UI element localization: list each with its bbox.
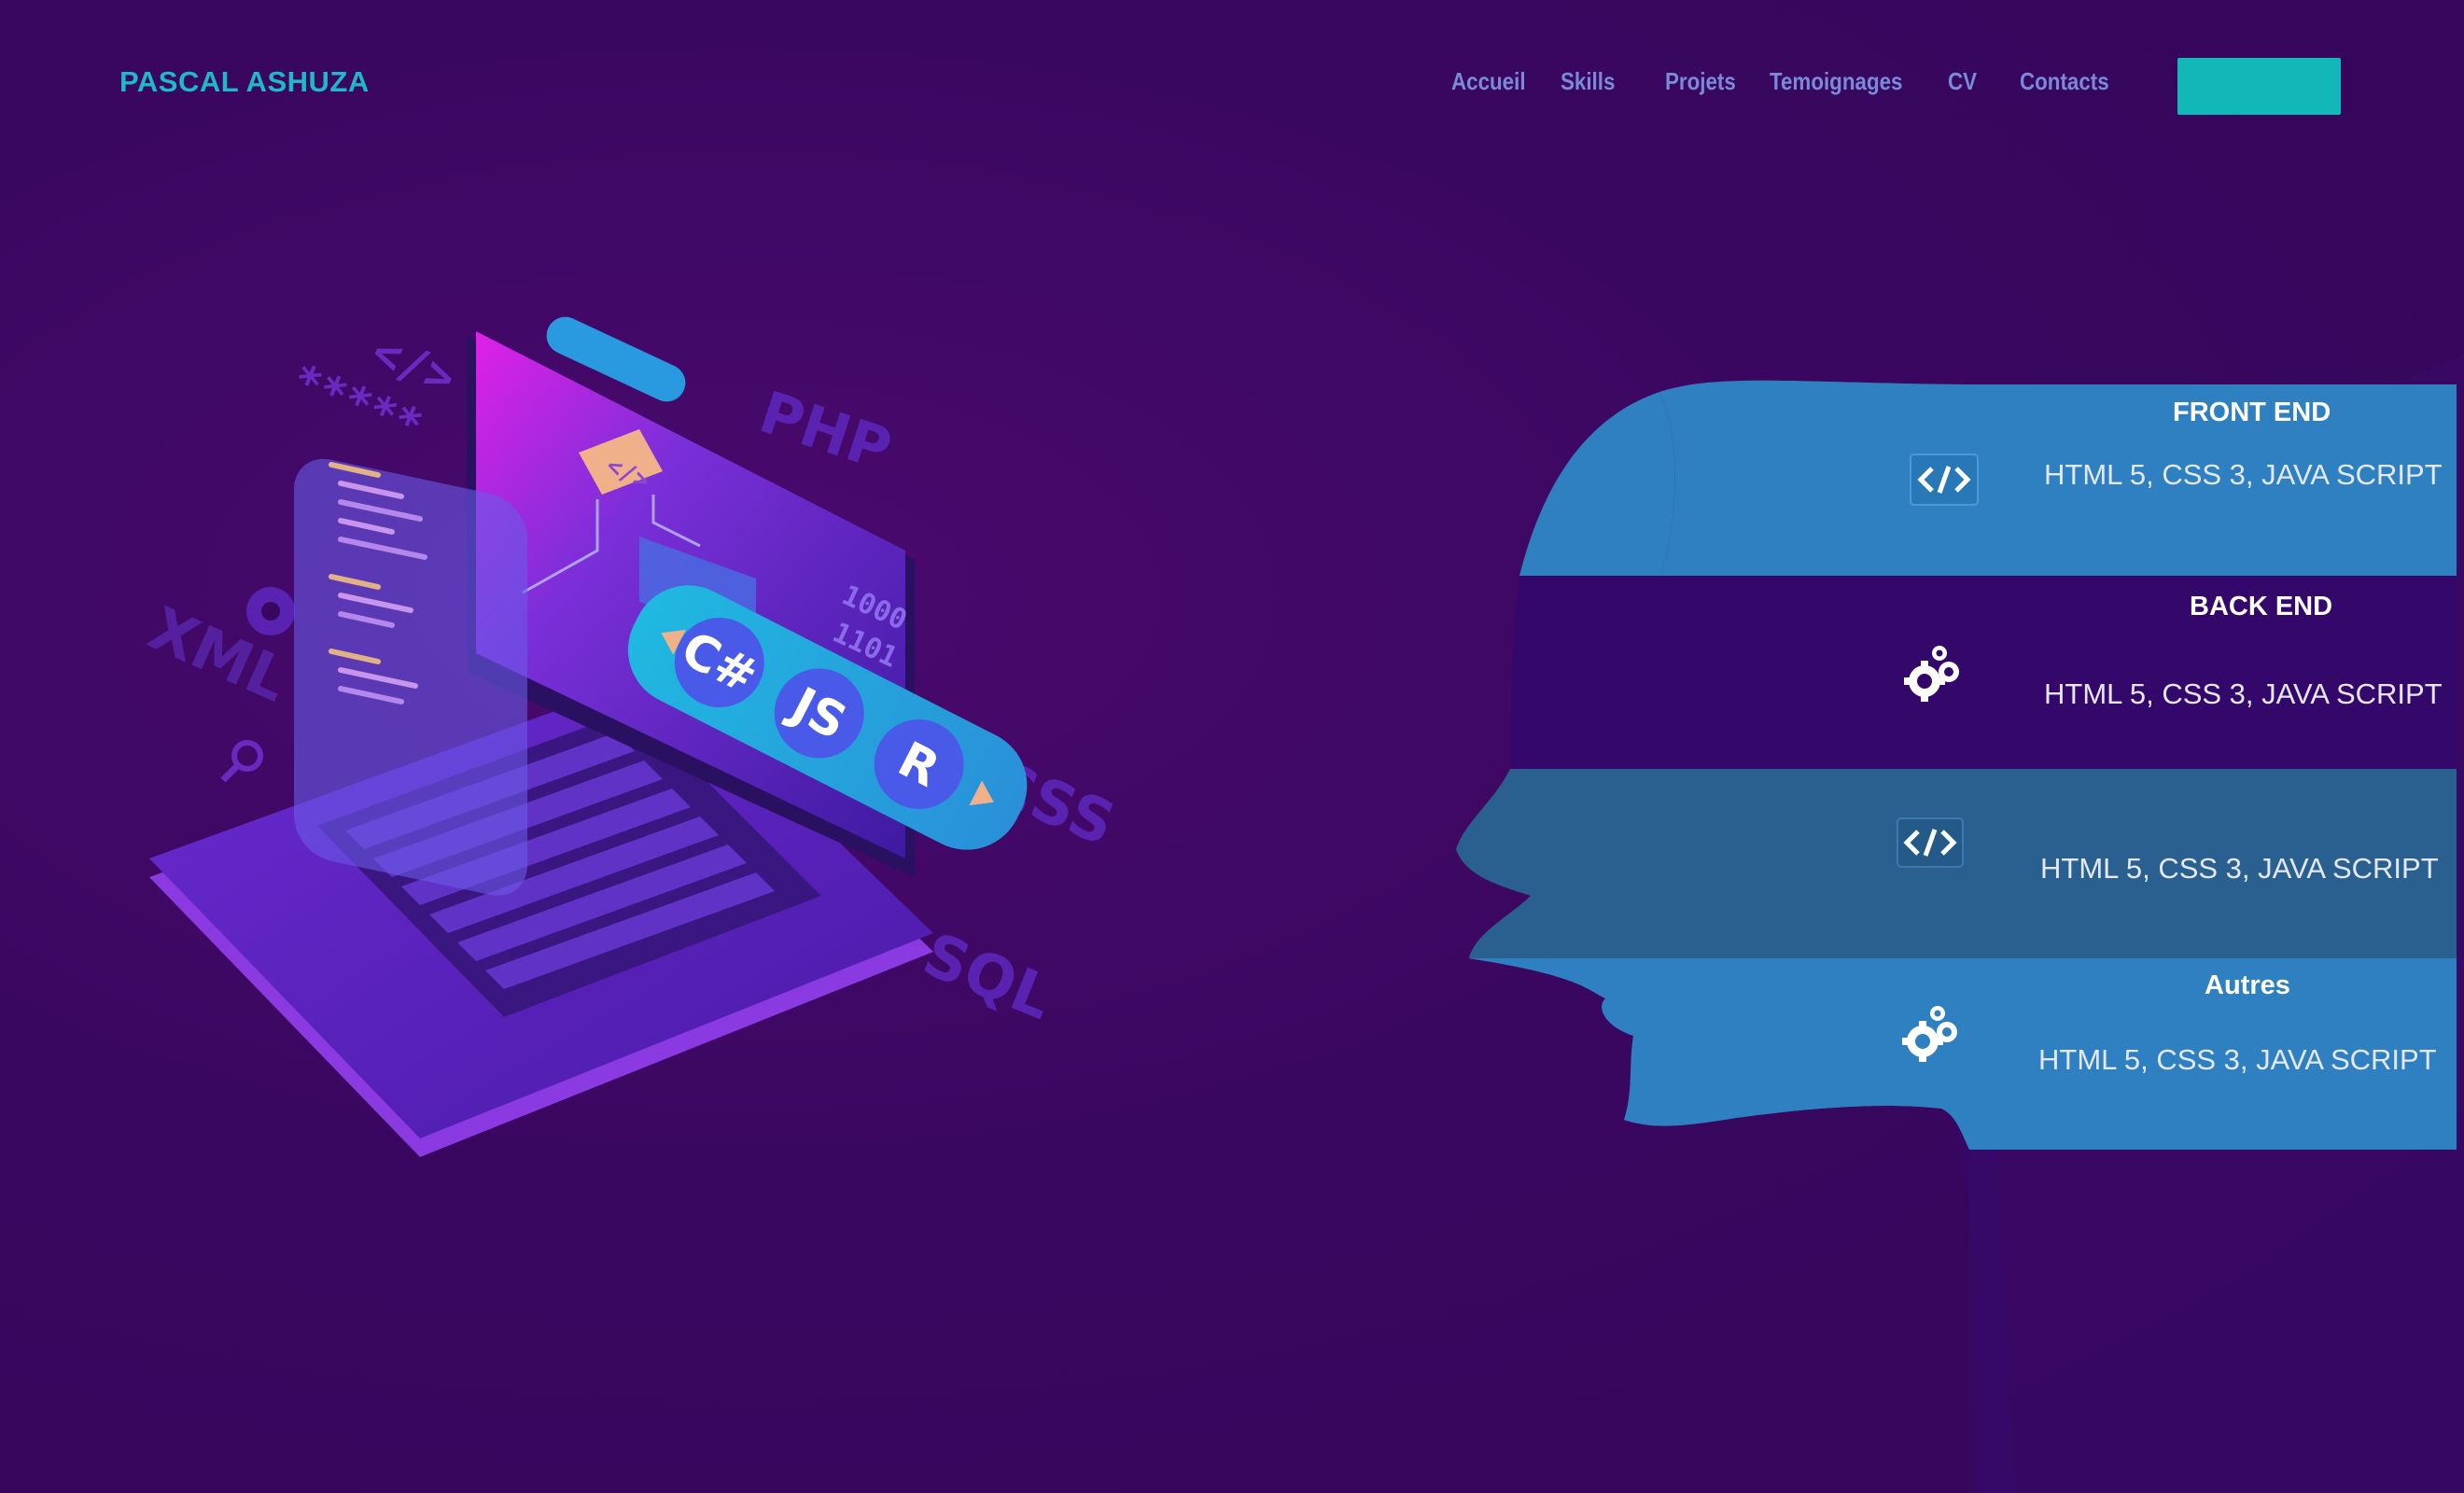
skill-desc-autres: HTML 5, CSS 3, JAVA SCRIPT bbox=[2038, 1043, 2437, 1076]
code-icon bbox=[1910, 453, 1979, 506]
skill-title-back-end: BACK END bbox=[2190, 592, 2333, 621]
gears-icon bbox=[1902, 1006, 1957, 1062]
brand-logo[interactable]: PASCAL ASHUZA bbox=[119, 65, 370, 99]
skill-desc-back-end: HTML 5, CSS 3, JAVA SCRIPT bbox=[2044, 677, 2443, 710]
nav-item-contacts[interactable]: Contacts bbox=[2020, 67, 2109, 96]
nav-item-cv[interactable]: CV bbox=[1948, 67, 1977, 96]
head-silhouette bbox=[1456, 355, 2464, 1493]
skill-desc-front-end: HTML 5, CSS 3, JAVA SCRIPT bbox=[2044, 458, 2443, 491]
gears-icon bbox=[1904, 646, 1959, 702]
laptop-illustration: PHP XML CSS SQL </> ***** 1000 1101 </> … bbox=[138, 316, 1124, 1157]
skill-band-front-end-curve bbox=[1519, 392, 1675, 576]
skill-title-autres: Autres bbox=[2205, 970, 2290, 1000]
nav-item-skills[interactable]: Skills bbox=[1561, 67, 1615, 96]
sql-label: SQL bbox=[914, 920, 1062, 1034]
nav-item-projets[interactable]: Projets bbox=[1665, 67, 1736, 96]
cta-button[interactable] bbox=[2177, 58, 2341, 115]
code-icon bbox=[1897, 817, 1964, 868]
gear-icon bbox=[246, 587, 295, 635]
nav-item-temoignages[interactable]: Temoignages bbox=[1770, 67, 1902, 96]
search-icon bbox=[220, 740, 263, 783]
nav-item-accueil[interactable]: Accueil bbox=[1451, 67, 1526, 96]
php-label: PHP bbox=[751, 378, 899, 484]
skill-title-front-end: FRONT END bbox=[2173, 398, 2331, 427]
page: PASCAL ASHUZA Accueil Skills Projets Tem… bbox=[0, 0, 2464, 1493]
skill-band-autres-face bbox=[1469, 958, 1969, 1150]
skill-desc-third: HTML 5, CSS 3, JAVA SCRIPT bbox=[2040, 852, 2439, 885]
